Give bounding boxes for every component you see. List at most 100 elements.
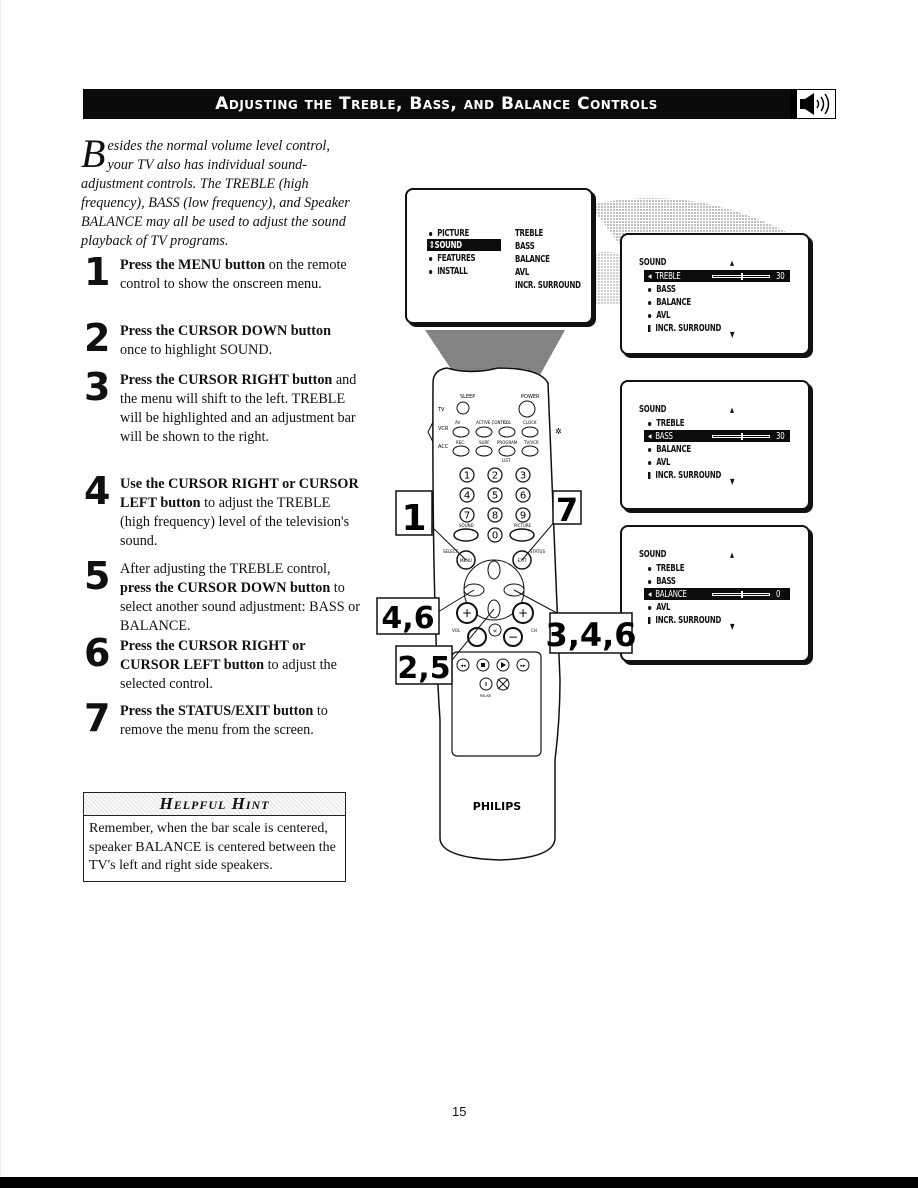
step-number: 7	[84, 696, 111, 740]
level-knob[interactable]	[741, 591, 743, 598]
menu-item-picture[interactable]: PICTURE	[437, 228, 469, 239]
sound-item-treble[interactable]: TREBLE	[648, 563, 685, 574]
sound-item-bass[interactable]: BASS	[648, 284, 676, 295]
callout-7: 7	[552, 490, 582, 529]
scroll-down-icon: ▼	[730, 477, 735, 486]
sound-item-balance[interactable]: ◂ BALANCE	[648, 589, 687, 600]
label-pause: PAUSE	[480, 694, 491, 698]
active-control-button[interactable]	[475, 426, 493, 438]
sound-menu-title: SOUND	[639, 257, 667, 268]
level-value: 30	[776, 271, 785, 282]
svg-text:4,6: 4,6	[381, 601, 434, 636]
submenu-treble: TREBLE	[515, 228, 544, 239]
submenu-balance: BALANCE	[515, 254, 550, 265]
svg-text:3,4,6: 3,4,6	[545, 616, 636, 654]
cc-button[interactable]	[498, 426, 516, 438]
sound-item-incr-surround[interactable]: INCR. SURROUND	[648, 470, 721, 481]
step-number: 6	[84, 631, 111, 675]
sound-button[interactable]	[453, 528, 479, 542]
level-knob[interactable]	[741, 433, 743, 440]
hint-title: Helpful Hint	[84, 793, 345, 816]
step-action: Press the CURSOR DOWN button	[120, 323, 331, 339]
hint-text: Remember, when the bar scale is centered…	[89, 821, 336, 873]
menu-item-install[interactable]: INSTALL	[437, 266, 468, 277]
svg-text:2,5: 2,5	[397, 651, 450, 686]
stop-icon	[481, 663, 485, 667]
svg-text:7: 7	[556, 491, 578, 529]
av-button[interactable]	[452, 426, 470, 438]
digit-label: 4	[464, 491, 470, 502]
label-power: POWER	[521, 394, 540, 400]
digit-label: 6	[520, 491, 526, 502]
level-knob[interactable]	[741, 273, 743, 280]
sound-item-incr-surround[interactable]: INCR. SURROUND	[648, 615, 721, 626]
svg-text:1: 1	[401, 498, 426, 539]
label-surf: SURF	[479, 440, 490, 445]
label-status: STATUS	[530, 549, 545, 554]
submenu-bass: BASS	[515, 241, 535, 252]
picture-button[interactable]	[509, 528, 535, 542]
scroll-down-icon: ▼	[730, 622, 735, 631]
step-action: Press the CURSOR RIGHT button	[120, 372, 333, 388]
label-picture: PICTURE	[514, 523, 532, 528]
page-edge	[0, 0, 1, 1188]
digit-label: 2	[492, 471, 498, 482]
step-number: 1	[84, 250, 111, 294]
digit-label: 5	[492, 491, 498, 502]
label-sound: SOUND	[459, 523, 474, 528]
level-value: 30	[776, 431, 785, 442]
tv-screen-sound-treble: SOUND ▲ ◂ TREBLE 30 BASS BALANCE AVL INCR. SURR…	[620, 233, 810, 355]
clock-button[interactable]	[521, 426, 539, 438]
sound-item-balance[interactable]: BALANCE	[648, 444, 691, 455]
sound-item-avl[interactable]: AVL	[648, 310, 671, 321]
level-value: 0	[776, 589, 781, 600]
label-list: LIST	[502, 458, 511, 463]
label-sleep: SLEEP	[460, 394, 475, 400]
page-number: 15	[452, 1104, 467, 1119]
digit-label: 7	[464, 511, 470, 522]
label-tvvcr: TV/VCR	[523, 440, 539, 445]
rewind-icon: ◂◂	[460, 663, 466, 669]
callout-3-4-6: 3,4,6	[545, 612, 637, 654]
callout-2-5: 2,5	[395, 645, 453, 686]
sound-item-treble[interactable]: ◂ TREBLE	[648, 271, 681, 282]
digit-label: 8	[492, 511, 498, 522]
tv-screen-sound-bass: SOUND ▲ TREBLE ◂ BASS 30 BALANCE AVL INCR. SURR…	[620, 380, 810, 510]
section-banner: Adjusting the Treble, Bass, and Balance …	[83, 89, 790, 119]
step-action: press the CURSOR DOWN button	[120, 580, 331, 596]
cursor-up-button[interactable]	[487, 560, 501, 580]
pause-icon: II	[485, 682, 488, 688]
label-vcr: VCR	[438, 426, 449, 432]
sound-item-treble[interactable]: TREBLE	[648, 418, 685, 429]
fast-forward-icon: ▸▸	[520, 663, 526, 669]
program-list-button[interactable]	[498, 445, 516, 457]
step-number: 3	[84, 365, 111, 409]
menu-item-features[interactable]: FEATURES	[437, 253, 475, 264]
digit-label: 1	[464, 471, 470, 482]
brand-logo: PHILIPS	[473, 800, 522, 813]
intro-paragraph: Besides the normal volume level control,…	[81, 134, 356, 251]
label-av: AV	[455, 420, 460, 425]
tvvcr-button[interactable]	[521, 445, 539, 457]
step-action: Press the STATUS/EXIT button	[120, 703, 314, 719]
power-button[interactable]	[518, 400, 536, 418]
menu-item-sound[interactable]: SOUND	[435, 240, 462, 251]
plus-icon: +	[518, 606, 528, 620]
sap-button[interactable]	[452, 445, 470, 457]
label-program: PROGRAM	[497, 440, 518, 445]
sound-item-avl[interactable]: AVL	[648, 602, 671, 613]
step-number: 5	[84, 554, 111, 598]
callout-4-6: 4,6	[376, 597, 440, 636]
sound-item-balance[interactable]: BALANCE	[648, 297, 691, 308]
speaker-icon-box	[790, 89, 836, 119]
label-select: SELECT	[443, 549, 459, 554]
surf-button[interactable]	[475, 445, 493, 457]
sound-item-bass[interactable]: ◂ BASS	[648, 431, 673, 442]
sleep-button[interactable]	[456, 401, 470, 415]
sound-item-avl[interactable]: AVL	[648, 457, 671, 468]
sound-item-incr-surround[interactable]: INCR. SURROUND	[648, 323, 721, 334]
sound-item-bass[interactable]: BASS	[648, 576, 676, 587]
label-ch: CH	[531, 628, 537, 633]
helpful-hint-box: Helpful Hint Remember, when the bar scal…	[83, 792, 346, 882]
label-acc: ACC	[438, 444, 449, 450]
